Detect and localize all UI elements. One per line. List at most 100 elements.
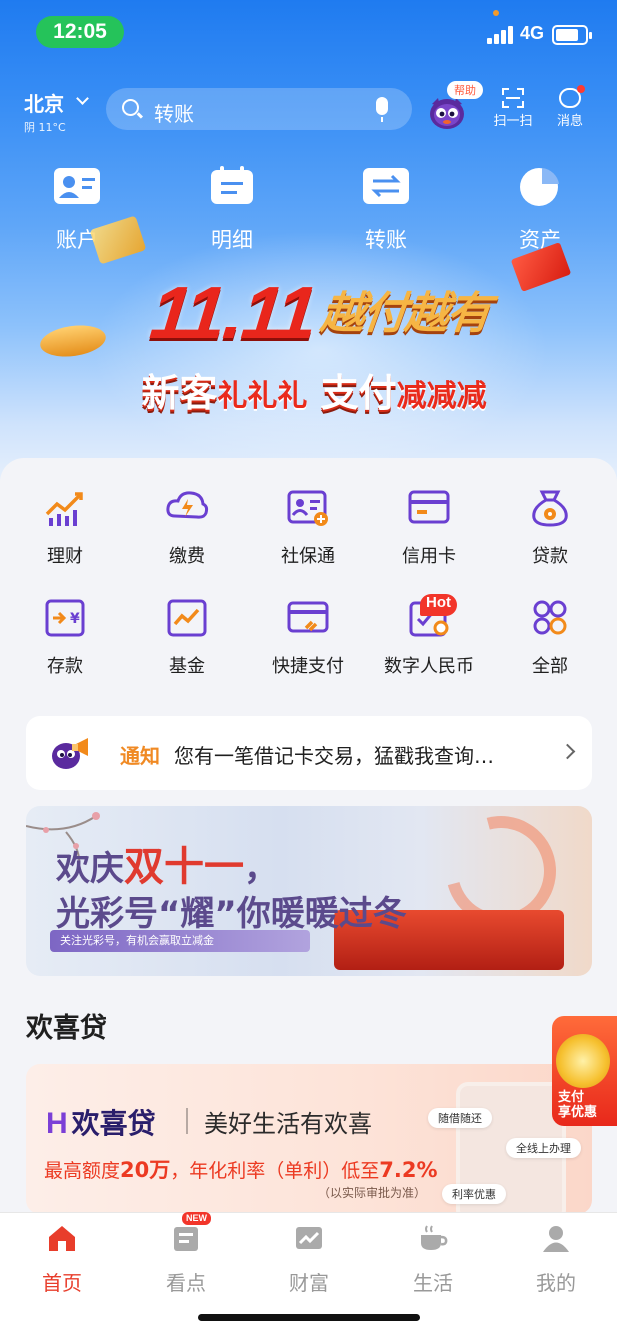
promo-sub-part: 减减减 xyxy=(396,379,487,414)
service-label: 数字人民币 xyxy=(384,656,474,677)
loan-slogan: 美好生活有欢喜 xyxy=(204,1110,372,1138)
battery-icon xyxy=(552,25,592,45)
tab-label: 我的 xyxy=(536,1271,576,1295)
quick-entry-label: 转账 xyxy=(365,228,407,252)
feature-chip: 全线上办理 xyxy=(506,1138,581,1158)
assets-pie-icon xyxy=(520,168,559,206)
promo-headline[interactable]: 11.11越付越有 xyxy=(126,270,515,355)
city-selector[interactable]: 北京 阴 11°C xyxy=(24,88,89,135)
svg-text:¥: ¥ xyxy=(70,611,80,627)
network-type: 4G xyxy=(520,23,545,43)
home-indicator xyxy=(198,1314,420,1321)
fund-chart-icon xyxy=(167,599,207,637)
promo-highlight: 双十一 xyxy=(124,844,244,890)
notice-tag: 通知 xyxy=(120,744,160,768)
home-icon xyxy=(49,1226,75,1251)
rate-part: 最高额度 xyxy=(44,1160,121,1182)
notice-bar[interactable]: 通知 您有一笔借记卡交易，猛戳我查询… xyxy=(26,716,592,790)
transfer-arrows-icon xyxy=(363,168,409,204)
microphone-icon[interactable] xyxy=(376,97,388,122)
tab-label: 首页 xyxy=(42,1271,82,1295)
unread-dot xyxy=(577,85,585,93)
loan-logo: H 欢喜贷 xyxy=(46,1102,156,1142)
promo-headline-text: 越付越有 xyxy=(318,288,492,339)
messages-button[interactable]: 消息 xyxy=(548,85,592,129)
loan-card[interactable]: H 欢喜贷 美好生活有欢喜 最高额度20万，年化利率（单利）低至7.2% （以实际… xyxy=(26,1064,592,1214)
service-fund[interactable]: 基金 xyxy=(137,598,237,678)
account-card-icon xyxy=(54,168,100,204)
search-placeholder: 转账 xyxy=(154,102,194,126)
new-badge: NEW xyxy=(182,1212,211,1225)
service-label: 信用卡 xyxy=(402,546,456,567)
service-social-security[interactable]: 社保通 xyxy=(258,488,358,568)
service-deposit[interactable]: ¥ 存款 xyxy=(15,598,115,678)
promo-line-1: 欢庆双十一， xyxy=(56,834,278,892)
feature-chip: 利率优惠 xyxy=(442,1184,506,1204)
tab-mine[interactable]: 我的 xyxy=(511,1223,601,1296)
chevron-right-icon xyxy=(559,743,576,760)
news-icon xyxy=(174,1227,198,1251)
tab-life[interactable]: 生活 xyxy=(388,1223,478,1296)
promo-subheadline[interactable]: 新客礼礼礼 支付减减减 xyxy=(104,362,524,417)
loan-logo-icon: H xyxy=(46,1107,68,1140)
promo-banner[interactable]: 欢庆双十一， 光彩号“耀”你暖暖过冬 关注光彩号，有机会赢取立减金 xyxy=(26,806,592,976)
message-bubble-icon xyxy=(559,85,585,108)
grid-all-icon xyxy=(533,600,567,635)
scan-label: 扫一扫 xyxy=(493,114,533,129)
service-label: 缴费 xyxy=(169,546,205,567)
rate-percent: 7.2% xyxy=(379,1158,438,1182)
service-label: 社保通 xyxy=(281,546,335,567)
tab-label: 生活 xyxy=(413,1271,453,1295)
promo-headline-number: 11.11 xyxy=(146,271,320,354)
loan-rate-text: 最高额度20万，年化利率（单利）低至7.2% xyxy=(44,1154,438,1184)
mascot-help-icon[interactable] xyxy=(428,94,466,130)
status-time: 12:05 xyxy=(36,16,124,48)
floating-pay-promo[interactable]: 支付 享优惠 xyxy=(552,1016,617,1126)
promo-strip: 关注光彩号，有机会赢取立减金 xyxy=(50,930,310,952)
quick-entry-detail[interactable]: 明细 xyxy=(192,164,272,254)
promo-text: ， xyxy=(244,849,278,889)
status-bar: 12:05 4G xyxy=(0,0,617,62)
help-badge[interactable]: 帮助 xyxy=(447,81,483,99)
search-bar[interactable]: 转账 xyxy=(106,88,412,130)
tab-highlights[interactable]: 看点 xyxy=(141,1223,231,1296)
quick-pay-card-icon xyxy=(287,601,329,633)
tab-home[interactable]: 首页 xyxy=(17,1223,107,1296)
floating-line: 支付 xyxy=(558,1090,585,1105)
service-label: 贷款 xyxy=(532,546,568,567)
quick-entry-assets[interactable]: 资产 xyxy=(500,164,580,254)
service-label: 基金 xyxy=(169,656,205,677)
deposit-icon: ¥ xyxy=(45,599,85,637)
profile-icon xyxy=(543,1226,569,1252)
service-all[interactable]: 全部 xyxy=(500,598,600,678)
promo-line-2: 光彩号“耀”你暖暖过冬 xyxy=(56,894,407,934)
service-label: 理财 xyxy=(47,546,83,567)
detail-list-icon xyxy=(211,166,253,204)
promo-text: 欢庆 xyxy=(56,849,124,889)
tab-wealth[interactable]: 财富 xyxy=(264,1223,354,1296)
quick-entry-transfer[interactable]: 转账 xyxy=(346,164,426,254)
carousel-dots xyxy=(356,966,396,976)
rate-amount: 20万 xyxy=(120,1158,171,1182)
loan-note: （以实际审批为准） xyxy=(318,1186,427,1200)
loan-logo-text: 欢喜贷 xyxy=(71,1107,156,1140)
hero-header: 12:05 4G 北京 阴 11°C 转账 帮助 扫一扫 消息 账户 明细 转账… xyxy=(0,0,617,500)
floating-line: 享优惠 xyxy=(558,1105,598,1120)
city-name: 北京 xyxy=(24,92,64,116)
bill-lightning-icon xyxy=(166,491,209,519)
rate-part: ，年化利率（单利）低至 xyxy=(170,1160,380,1182)
quick-entry-label: 明细 xyxy=(211,228,253,252)
service-quick-pay[interactable]: 快捷支付 xyxy=(258,598,358,678)
social-security-card-icon xyxy=(287,490,328,526)
scan-icon xyxy=(502,88,524,108)
service-bill-pay[interactable]: 缴费 xyxy=(137,488,237,568)
service-loan[interactable]: 贷款 xyxy=(500,488,600,568)
scan-button[interactable]: 扫一扫 xyxy=(491,88,535,129)
section-title: 欢喜贷 xyxy=(26,1013,107,1044)
service-wealth[interactable]: 理财 xyxy=(15,488,115,568)
service-credit-card[interactable]: 信用卡 xyxy=(379,488,479,568)
hot-badge: Hot xyxy=(420,594,457,616)
wealth-chart-icon xyxy=(45,492,83,526)
notice-text: 您有一笔借记卡交易，猛戳我查询… xyxy=(174,744,494,768)
promo-sub-part: 新客 xyxy=(141,371,218,415)
